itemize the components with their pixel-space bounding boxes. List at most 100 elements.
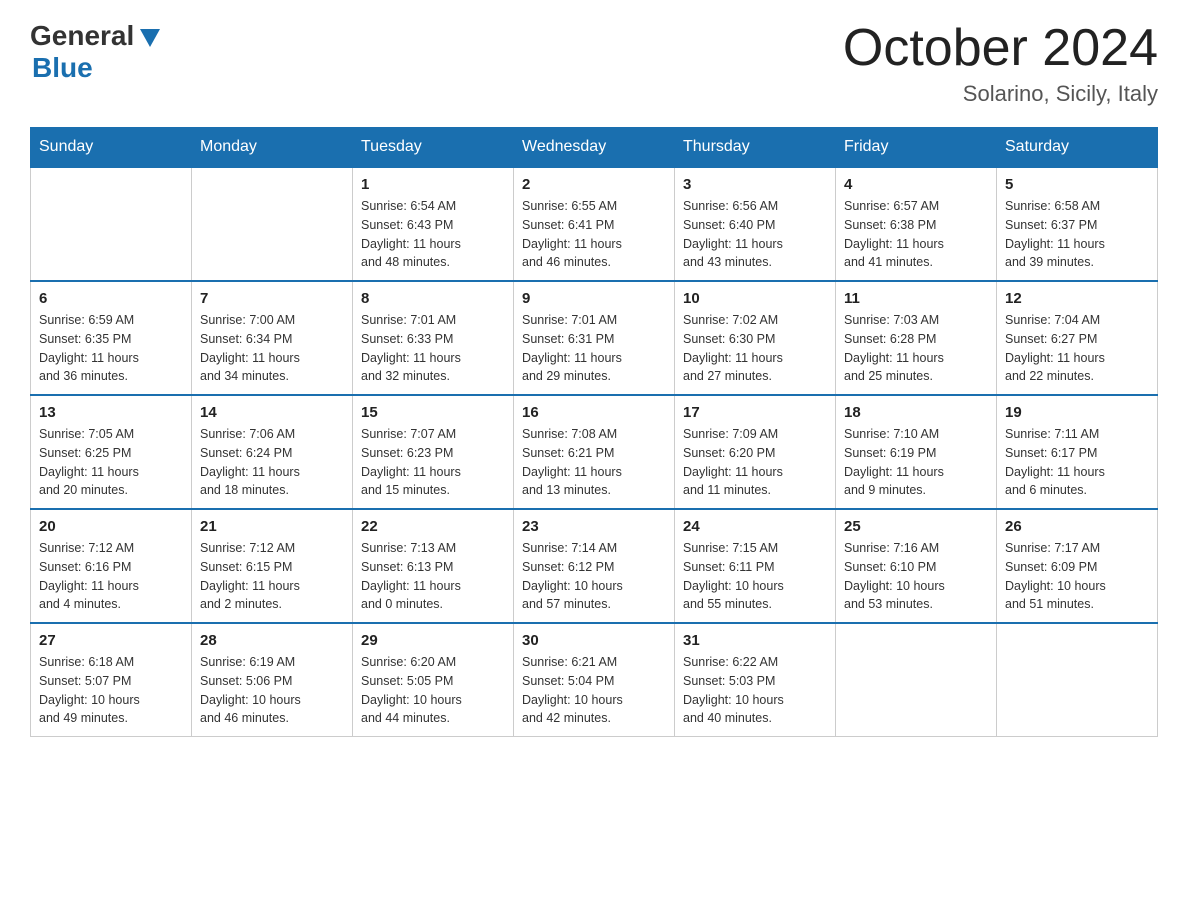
calendar-cell: 22Sunrise: 7:13 AM Sunset: 6:13 PM Dayli… (353, 509, 514, 623)
day-info: Sunrise: 7:04 AM Sunset: 6:27 PM Dayligh… (1005, 311, 1149, 386)
day-info: Sunrise: 7:06 AM Sunset: 6:24 PM Dayligh… (200, 425, 344, 500)
day-info: Sunrise: 7:05 AM Sunset: 6:25 PM Dayligh… (39, 425, 183, 500)
day-number: 15 (361, 404, 505, 421)
calendar-week-row: 20 Sunrise: 7:12 AM Sunset: 6:16 PM Dayli… (31, 509, 1158, 623)
day-info: Sunrise: 6:20 AM Sunset: 5:05 PM Dayligh… (361, 653, 505, 728)
day-info: Sunrise: 7:12 AM Sunset: 6:16 PM Dayligh… (39, 539, 183, 614)
calendar-cell: 7Sunrise: 7:00 AM Sunset: 6:34 PM Daylig… (192, 281, 353, 395)
day-info: Sunrise: 7:10 AM Sunset: 6:19 PM Dayligh… (844, 425, 988, 500)
calendar-cell: 8 Sunrise: 7:01 AM Sunset: 6:33 PM Daylig… (353, 281, 514, 395)
weekday-header-sunday: Sunday (31, 128, 192, 168)
logo-general-text: General (30, 20, 134, 52)
calendar-cell (192, 167, 353, 281)
day-number: 29 (361, 632, 505, 649)
day-number: 20 (39, 518, 183, 535)
calendar-cell: 21Sunrise: 7:12 AM Sunset: 6:15 PM Dayli… (192, 509, 353, 623)
day-number: 9 (522, 290, 666, 307)
day-number: 10 (683, 290, 827, 307)
day-info: Sunrise: 7:13 AM Sunset: 6:13 PM Dayligh… (361, 539, 505, 614)
calendar-cell: 11Sunrise: 7:03 AM Sunset: 6:28 PM Dayli… (836, 281, 997, 395)
location-subtitle: Solarino, Sicily, Italy (843, 81, 1158, 107)
day-info: Sunrise: 6:56 AM Sunset: 6:40 PM Dayligh… (683, 197, 827, 272)
calendar-cell: 12 Sunrise: 7:04 AM Sunset: 6:27 PM Dayli… (997, 281, 1158, 395)
day-number: 23 (522, 518, 666, 535)
day-number: 19 (1005, 404, 1149, 421)
logo-triangle-icon (136, 23, 164, 51)
day-info: Sunrise: 6:21 AM Sunset: 5:04 PM Dayligh… (522, 653, 666, 728)
day-number: 26 (1005, 518, 1149, 535)
day-number: 31 (683, 632, 827, 649)
month-title: October 2024 (843, 20, 1158, 77)
calendar-cell: 26 Sunrise: 7:17 AM Sunset: 6:09 PM Dayli… (997, 509, 1158, 623)
day-info: Sunrise: 6:57 AM Sunset: 6:38 PM Dayligh… (844, 197, 988, 272)
day-info: Sunrise: 7:01 AM Sunset: 6:33 PM Dayligh… (361, 311, 505, 386)
calendar-cell: 17 Sunrise: 7:09 AM Sunset: 6:20 PM Dayli… (675, 395, 836, 509)
calendar-cell: 16 Sunrise: 7:08 AM Sunset: 6:21 PM Dayli… (514, 395, 675, 509)
calendar-table: SundayMondayTuesdayWednesdayThursdayFrid… (30, 127, 1158, 737)
day-number: 14 (200, 404, 344, 421)
calendar-cell: 30 Sunrise: 6:21 AM Sunset: 5:04 PM Dayli… (514, 623, 675, 737)
day-number: 30 (522, 632, 666, 649)
day-info: Sunrise: 7:14 AM Sunset: 6:12 PM Dayligh… (522, 539, 666, 614)
day-info: Sunrise: 7:07 AM Sunset: 6:23 PM Dayligh… (361, 425, 505, 500)
day-number: 4 (844, 176, 988, 193)
calendar-cell: 24 Sunrise: 7:15 AM Sunset: 6:11 PM Dayli… (675, 509, 836, 623)
calendar-cell (31, 167, 192, 281)
day-number: 3 (683, 176, 827, 193)
calendar-week-row: 1 Sunrise: 6:54 AM Sunset: 6:43 PM Daylig… (31, 167, 1158, 281)
day-info: Sunrise: 7:08 AM Sunset: 6:21 PM Dayligh… (522, 425, 666, 500)
calendar-cell: 2Sunrise: 6:55 AM Sunset: 6:41 PM Daylig… (514, 167, 675, 281)
day-info: Sunrise: 7:15 AM Sunset: 6:11 PM Dayligh… (683, 539, 827, 614)
calendar-header-row: SundayMondayTuesdayWednesdayThursdayFrid… (31, 128, 1158, 168)
day-info: Sunrise: 7:16 AM Sunset: 6:10 PM Dayligh… (844, 539, 988, 614)
day-number: 25 (844, 518, 988, 535)
logo: General Blue (30, 20, 164, 84)
day-number: 28 (200, 632, 344, 649)
calendar-cell: 3 Sunrise: 6:56 AM Sunset: 6:40 PM Daylig… (675, 167, 836, 281)
day-number: 2 (522, 176, 666, 193)
day-number: 27 (39, 632, 183, 649)
calendar-cell: 25 Sunrise: 7:16 AM Sunset: 6:10 PM Dayli… (836, 509, 997, 623)
day-info: Sunrise: 7:17 AM Sunset: 6:09 PM Dayligh… (1005, 539, 1149, 614)
calendar-cell: 13 Sunrise: 7:05 AM Sunset: 6:25 PM Dayli… (31, 395, 192, 509)
day-number: 6 (39, 290, 183, 307)
day-info: Sunrise: 7:00 AM Sunset: 6:34 PM Dayligh… (200, 311, 344, 386)
calendar-cell: 20 Sunrise: 7:12 AM Sunset: 6:16 PM Dayli… (31, 509, 192, 623)
day-number: 17 (683, 404, 827, 421)
day-info: Sunrise: 7:12 AM Sunset: 6:15 PM Dayligh… (200, 539, 344, 614)
weekday-header-thursday: Thursday (675, 128, 836, 168)
day-number: 13 (39, 404, 183, 421)
calendar-cell: 14 Sunrise: 7:06 AM Sunset: 6:24 PM Dayli… (192, 395, 353, 509)
day-number: 12 (1005, 290, 1149, 307)
day-info: Sunrise: 7:09 AM Sunset: 6:20 PM Dayligh… (683, 425, 827, 500)
day-number: 24 (683, 518, 827, 535)
calendar-cell: 4 Sunrise: 6:57 AM Sunset: 6:38 PM Daylig… (836, 167, 997, 281)
weekday-header-saturday: Saturday (997, 128, 1158, 168)
day-number: 8 (361, 290, 505, 307)
calendar-cell: 9Sunrise: 7:01 AM Sunset: 6:31 PM Daylig… (514, 281, 675, 395)
calendar-cell: 6Sunrise: 6:59 AM Sunset: 6:35 PM Daylig… (31, 281, 192, 395)
calendar-cell: 19 Sunrise: 7:11 AM Sunset: 6:17 PM Dayli… (997, 395, 1158, 509)
calendar-cell: 18Sunrise: 7:10 AM Sunset: 6:19 PM Dayli… (836, 395, 997, 509)
day-number: 1 (361, 176, 505, 193)
calendar-cell (997, 623, 1158, 737)
calendar-cell: 28 Sunrise: 6:19 AM Sunset: 5:06 PM Dayli… (192, 623, 353, 737)
page-header: General Blue October 2024 Solarino, Sici… (30, 20, 1158, 107)
calendar-cell: 27 Sunrise: 6:18 AM Sunset: 5:07 PM Dayli… (31, 623, 192, 737)
day-info: Sunrise: 6:22 AM Sunset: 5:03 PM Dayligh… (683, 653, 827, 728)
weekday-header-wednesday: Wednesday (514, 128, 675, 168)
day-number: 16 (522, 404, 666, 421)
weekday-header-tuesday: Tuesday (353, 128, 514, 168)
calendar-cell: 15 Sunrise: 7:07 AM Sunset: 6:23 PM Dayli… (353, 395, 514, 509)
calendar-cell: 10Sunrise: 7:02 AM Sunset: 6:30 PM Dayli… (675, 281, 836, 395)
day-info: Sunrise: 6:18 AM Sunset: 5:07 PM Dayligh… (39, 653, 183, 728)
calendar-cell: 5 Sunrise: 6:58 AM Sunset: 6:37 PM Daylig… (997, 167, 1158, 281)
day-info: Sunrise: 7:11 AM Sunset: 6:17 PM Dayligh… (1005, 425, 1149, 500)
day-info: Sunrise: 6:58 AM Sunset: 6:37 PM Dayligh… (1005, 197, 1149, 272)
calendar-cell: 23 Sunrise: 7:14 AM Sunset: 6:12 PM Dayli… (514, 509, 675, 623)
day-info: Sunrise: 6:19 AM Sunset: 5:06 PM Dayligh… (200, 653, 344, 728)
day-number: 5 (1005, 176, 1149, 193)
weekday-header-friday: Friday (836, 128, 997, 168)
day-info: Sunrise: 6:54 AM Sunset: 6:43 PM Dayligh… (361, 197, 505, 272)
calendar-cell: 29 Sunrise: 6:20 AM Sunset: 5:05 PM Dayli… (353, 623, 514, 737)
